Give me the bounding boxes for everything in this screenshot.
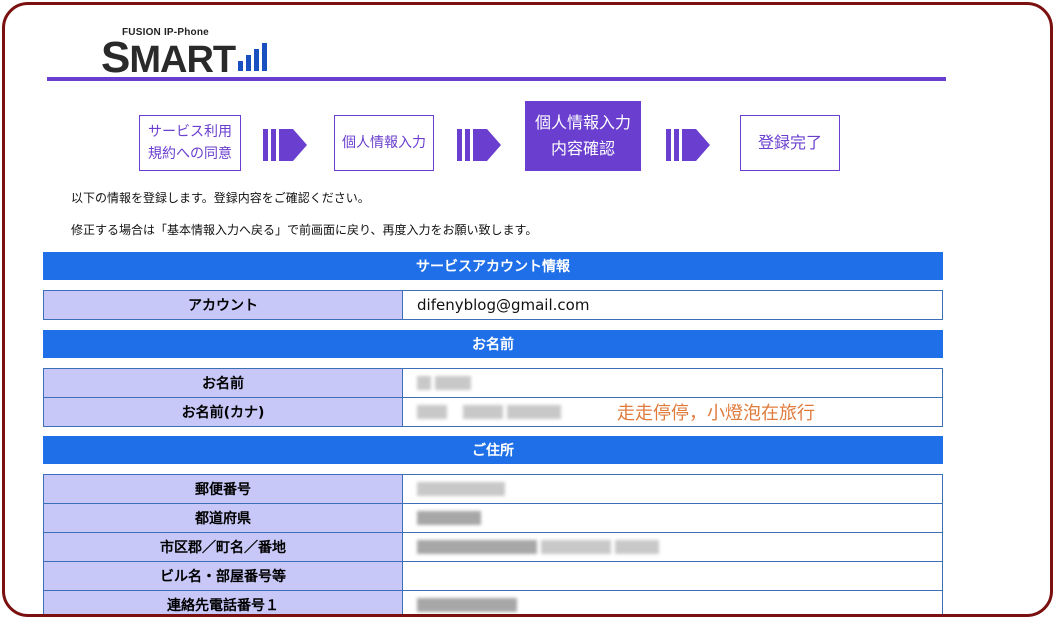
building-value — [403, 562, 942, 590]
logo-title-rest: MART — [129, 39, 236, 81]
account-value: difenyblog@gmail.com — [417, 296, 590, 314]
table-row: お名前 — [44, 369, 942, 397]
section-header-account: サービスアカウント情報 — [43, 252, 943, 280]
header-divider — [47, 77, 946, 81]
logo-title: SMART — [101, 33, 236, 83]
logo-title-initial: S — [101, 33, 130, 82]
step-arrow-icon — [457, 129, 505, 161]
section-header-name: お名前 — [43, 330, 943, 358]
table-row: 都道府県 — [44, 503, 942, 532]
row-label: 連絡先電話番号１ — [44, 591, 403, 614]
step-complete: 登録完了 — [740, 115, 840, 171]
prefecture-value-redacted — [403, 504, 942, 532]
table-row: ビル名・部屋番号等 — [44, 561, 942, 590]
row-label: 郵便番号 — [44, 475, 403, 503]
row-label: 都道府県 — [44, 504, 403, 532]
step-arrow-icon — [263, 129, 311, 161]
section-header-address: ご住所 — [43, 436, 943, 464]
step-terms: サービス利用 規約への同意 — [139, 115, 241, 171]
watermark-text: 走走停停，小燈泡在旅行 — [617, 403, 815, 424]
window-frame: FUSION IP-Phone SMART サービス利用 規約への同意 個人情報… — [2, 2, 1053, 617]
info-message: 以下の情報を登録します。登録内容をご確認ください。 — [71, 191, 370, 205]
row-label: アカウント — [44, 291, 403, 319]
address-table: 郵便番号 都道府県 市区郡／町名／番地 ビル名・部屋番号等 連絡先電話番号１ — [43, 474, 943, 614]
row-label: ビル名・部屋番号等 — [44, 562, 403, 590]
postal-code-value-redacted — [403, 475, 942, 503]
row-label: お名前(カナ) — [44, 398, 403, 426]
name-value-redacted — [403, 369, 942, 397]
table-row: 連絡先電話番号１ — [44, 590, 942, 614]
row-label: 市区郡／町名／番地 — [44, 533, 403, 561]
table-row: 郵便番号 — [44, 475, 942, 503]
step-arrow-icon — [666, 129, 714, 161]
signal-bars-icon — [238, 41, 268, 71]
info-message-edit: 修正する場合は「基本情報入力へ戻る」で前画面に戻り、再度入力をお願い致します。 — [71, 223, 538, 237]
account-table: アカウント difenyblog@gmail.com — [43, 290, 943, 320]
city-value-redacted — [403, 533, 942, 561]
step-confirm: 個人情報入力 内容確認 — [525, 101, 641, 171]
row-label: お名前 — [44, 369, 403, 397]
table-row: 市区郡／町名／番地 — [44, 532, 942, 561]
step-personal-info: 個人情報入力 — [334, 115, 434, 171]
phone-value-redacted — [403, 591, 942, 614]
table-row: アカウント difenyblog@gmail.com — [44, 291, 942, 319]
